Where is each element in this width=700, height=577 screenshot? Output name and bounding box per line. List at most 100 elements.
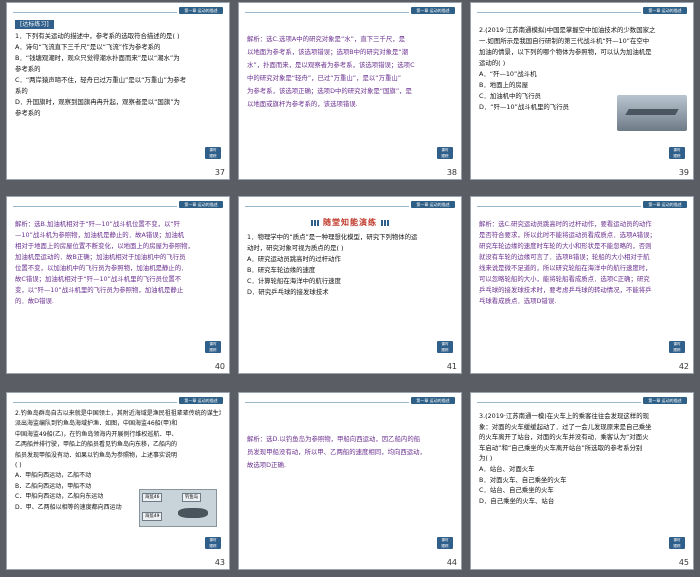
- text-line: 车启动”和“自己乘坐的火车离开站台”所选取的参考系分别: [479, 443, 643, 452]
- slide-content: 解析：选C.研究运动员跳高时的过杆动作，要看运动员的动作 是否符合要求，所以此时…: [479, 219, 685, 307]
- text-line: —10”战斗机为参照物，加油机是静止的．故A错误；加油机: [15, 231, 185, 239]
- text-line: B．研究车轮边缘的速度: [247, 266, 316, 274]
- island-shape: [178, 508, 208, 518]
- track-button[interactable]: 课时 跟踪: [437, 341, 453, 353]
- text-line: 中的研究对象是“轻舟”，已过“万重山”，是以“万重山”: [247, 74, 402, 82]
- text-line: 1．物理学中的“质点”是一种理想化模型，研究下列物体的运: [247, 233, 418, 241]
- text-line: 乓球看成质点．选项D错误.: [479, 297, 557, 305]
- slide-number: 44: [446, 558, 457, 567]
- text-line: 故选项D正确.: [247, 461, 286, 469]
- text-line: 解析：选C.选项A中的研究对象是“水”，直下三千尺，是: [247, 35, 406, 43]
- chapter-chip: 第一章 运动的描述: [411, 201, 455, 208]
- slide-content: 解析：选C.选项A中的研究对象是“水”，直下三千尺，是 以地面为参考系，该选项错…: [247, 33, 453, 111]
- text-line: 位置不变，以加油机中的飞行员为参照物，加油机是静止的．: [15, 264, 188, 272]
- text-line: 的火车离开了站台，对面的火车并没有动．乘客认为“对面火: [479, 433, 649, 442]
- text-line: C．“两岸猿声啼不住，轻舟已过万重山”是以“万重山”为参考: [15, 76, 187, 84]
- track-button[interactable]: 课时 跟踪: [437, 147, 453, 159]
- text-line: 员发现甲船没有动，所以甲、乙两船的速度相同，均向西运动，: [247, 448, 426, 456]
- slide-thumbnail-39[interactable]: 第一章 运动的描述 2.(2019·江苏南通模拟)中国是掌握空中加油技术的少数国…: [470, 2, 694, 180]
- heading-bars-left: [311, 219, 319, 226]
- text-line: A．研究运动员跳高时的过杆动作: [247, 255, 341, 263]
- slide-header-bar: 第一章 运动的描述: [471, 200, 693, 209]
- refueling-photo: [617, 95, 687, 131]
- text-line: 派出海监编队到钓鱼岛海域护渔．如图，中国海监46船(甲)和: [15, 420, 178, 428]
- slide-content: 解析：选B.加油机相对于“歼—10”战斗机位置不变，以“歼 —10”战斗机为参照…: [15, 219, 221, 307]
- header-line: [245, 402, 409, 403]
- track-button[interactable]: 课时 跟踪: [205, 537, 221, 549]
- text-line: 可以忽略轮船的大小，能将轮船看成质点．选项C正确；研究: [479, 275, 650, 283]
- header-line: [13, 12, 177, 13]
- text-line: D．自己乘坐的火车、站台: [479, 496, 555, 505]
- slide-content: [达标练习] 1．下列有关运动的描述中，参考系的选取符合描述的是( ) A．诗句…: [15, 19, 221, 119]
- text-line: 参考系的: [15, 109, 41, 117]
- slide-thumbnail-43[interactable]: 第一章 运动的描述 2.钓鱼岛群岛自古以来就是中国领土，其附近海域是渔民祖祖辈辈…: [6, 392, 230, 570]
- chapter-chip: 第一章 运动的描述: [643, 201, 687, 208]
- slide-number: 41: [446, 362, 457, 371]
- slide-content: 3.(2019·江苏南通一模)在火车上的乘客往往会发现这样的现 象：对面的火车缓…: [479, 411, 685, 506]
- slide-header-bar: 第一章 运动的描述: [239, 200, 461, 209]
- text-line: 中国海监49船(乙)，在钓鱼岛领海内开展例行维权巡航．甲、: [15, 430, 178, 438]
- slide-header-bar: 第一章 运动的描述: [471, 6, 693, 15]
- slide-thumbnail-40[interactable]: 第一章 运动的描述 解析：选B.加油机相对于“歼—10”战斗机位置不变，以“歼 …: [6, 196, 230, 374]
- text-line: 为参考系，该选项正确；选项D中的研究对象是“国旗”，是: [247, 87, 412, 95]
- ship-46-label: 海监46: [142, 493, 163, 502]
- header-line: [245, 206, 409, 207]
- slide-number: 40: [214, 362, 225, 371]
- slide-thumbnail-42[interactable]: 第一章 运动的描述 解析：选C.研究运动员跳高时的过杆动作，要看运动员的动作 是…: [470, 196, 694, 374]
- text-line: 系的: [15, 87, 28, 95]
- chapter-chip: 第一章 运动的描述: [411, 7, 455, 14]
- track-button[interactable]: 课时 跟踪: [437, 537, 453, 549]
- track-button[interactable]: 课时 跟踪: [205, 147, 221, 159]
- slide-number: 43: [214, 558, 225, 567]
- heading-bars-right: [381, 219, 389, 226]
- text-line: 2.钓鱼岛群岛自古以来就是中国领土，其附近海域是渔民祖祖辈辈传统的谋生渔场．我国: [15, 410, 221, 417]
- track-button[interactable]: 课时 跟踪: [669, 147, 685, 159]
- slide-number: 39: [678, 168, 689, 177]
- text-line: A．诗句“飞流直下三千尺”是以“飞流”作为参考系的: [15, 43, 161, 51]
- header-line: [13, 206, 177, 207]
- text-line: A．甲船向西运动，乙船不动: [15, 472, 92, 480]
- track-button[interactable]: 课时 跟踪: [669, 341, 685, 353]
- text-line: 乒乓球的接发球技术时，要考虑乒乓球的转动情况，不能将乒: [479, 286, 652, 294]
- slide-header-bar: 第一章 运动的描述: [7, 6, 229, 15]
- slide-thumbnail-37[interactable]: 第一章 运动的描述 [达标练习] 1．下列有关运动的描述中，参考系的选取符合描述…: [6, 2, 230, 180]
- track-button[interactable]: 课时 跟踪: [205, 341, 221, 353]
- text-line: A．“歼—10”战斗机: [479, 70, 537, 78]
- header-line: [477, 12, 641, 13]
- track-button[interactable]: 课时 跟踪: [669, 537, 685, 549]
- chapter-chip: 第一章 运动的描述: [411, 397, 455, 404]
- text-line: D．升国旗时，观察到国旗冉冉升起，观察者是以“国旗”为: [15, 98, 180, 106]
- section-title: 随堂知能演练: [323, 218, 377, 227]
- text-line: 船员发现甲船没有动．如果以钓鱼岛为参照物，上述事实说明: [15, 451, 178, 459]
- text-line: B．对面火车、自己乘坐的火车: [479, 475, 567, 484]
- text-line: 线来说是微不足道的，所以研究轮船在海洋中的航行速度时，: [479, 264, 652, 272]
- text-line: 的．故D错误.: [15, 297, 54, 305]
- slide-header-bar: 第一章 运动的描述: [7, 396, 229, 405]
- island-map-figure: 海监46 钓鱼岛 海监49: [139, 489, 217, 527]
- slide-number: 37: [214, 168, 225, 177]
- section-heading: 随堂知能演练: [247, 217, 453, 228]
- chapter-chip: 第一章 运动的描述: [179, 201, 223, 208]
- slide-number: 45: [678, 558, 689, 567]
- slide-thumbnail-44[interactable]: 第一章 运动的描述 解析：选D.以钓鱼岛为参照物，甲船向西运动，因乙船内的船 员…: [238, 392, 462, 570]
- chapter-chip: 第一章 运动的描述: [179, 397, 223, 404]
- island-label: 钓鱼岛: [182, 493, 202, 502]
- text-line: 一.如图所示是我国自行研制的第三代战斗机“歼—10”在空中: [479, 37, 650, 45]
- text-line: 解析：选D.以钓鱼岛为参照物，甲船向西运动，因乙船内的船: [247, 435, 421, 443]
- text-line: 就没有车轮的边缘可言了．选项B错误；轮船的大小相对于航: [479, 253, 650, 261]
- text-line: D．研究乒乓球的接发球技术: [247, 288, 329, 296]
- text-line: ( ): [15, 462, 22, 470]
- text-line: 相对于地面上的房屋位置不断变化，以地面上的房屋为参照物，: [15, 242, 194, 250]
- text-line: 象：对面的火车缓缓起动了．过了一会儿发现原来是自己乘坐: [479, 422, 652, 431]
- chapter-chip: 第一章 运动的描述: [643, 397, 687, 404]
- chapter-chip: 第一章 运动的描述: [179, 7, 223, 14]
- text-line: 动时，研究对象可视为质点的是( ): [247, 244, 344, 252]
- header-line: [13, 402, 177, 403]
- slide-thumbnail-45[interactable]: 第一章 运动的描述 3.(2019·江苏南通一模)在火车上的乘客往往会发现这样的…: [470, 392, 694, 570]
- slide-thumbnail-41[interactable]: 第一章 运动的描述 随堂知能演练 1．物理学中的“质点”是一种理想化模型，研究下…: [238, 196, 462, 374]
- text-line: 变，以“歼—10”战斗机里的飞行员为参照物，加油机是静止: [15, 286, 184, 294]
- text-line: 故C错误；加油机相对于“歼—10”战斗机里的飞行员位置不: [15, 275, 182, 283]
- text-line: B．地面上的房屋: [479, 81, 529, 89]
- slide-thumbnail-38[interactable]: 第一章 运动的描述 解析：选C.选项A中的研究对象是“水”，直下三千尺，是 以地…: [238, 2, 462, 180]
- text-line: C．计算轮船在海洋中的航行速度: [247, 277, 341, 285]
